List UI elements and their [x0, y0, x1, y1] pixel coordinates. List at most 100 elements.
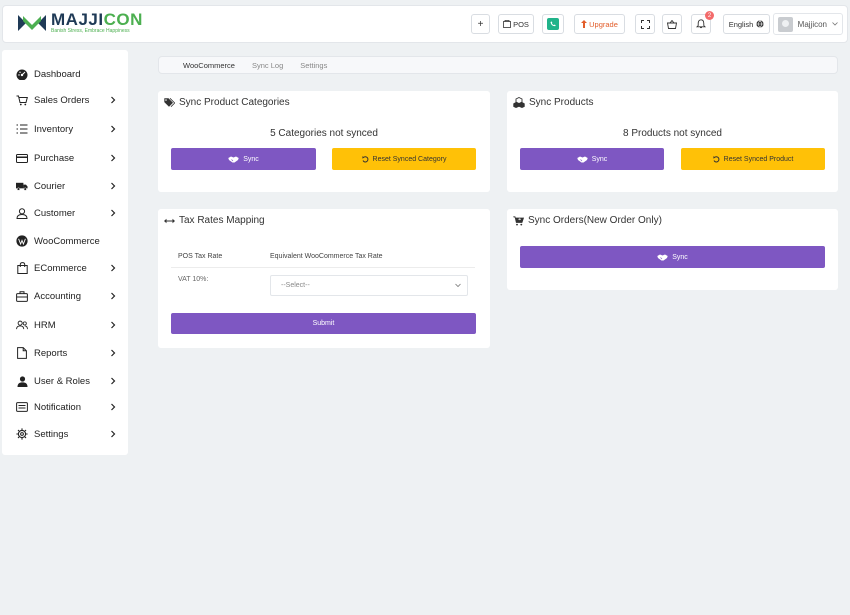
sidebar-item-label: ECommerce [34, 262, 87, 274]
brand-name-accent: CON [103, 10, 143, 29]
table-divider [171, 267, 475, 268]
sidebar-item-reports[interactable]: Reports [2, 341, 128, 365]
user-icon [16, 207, 28, 219]
woo-tax-rate-select[interactable]: --Select-- [270, 275, 468, 296]
sync-button-label: Sync [591, 155, 608, 163]
brand-logo[interactable]: MAJJICON Banish Stress, Embrace Happines… [17, 11, 143, 34]
sidebar-item-label: Sales Orders [34, 94, 90, 106]
sidebar-item-courier[interactable]: Courier [2, 174, 128, 198]
chevron-right-icon [111, 292, 116, 300]
sync-orders-button[interactable]: Sync [520, 246, 825, 268]
chevron-right-icon [111, 125, 116, 133]
sidebar-item-label: Inventory [34, 123, 74, 135]
upgrade-button-label: Upgrade [589, 19, 618, 29]
column-header-woo-tax-rate: Equivalent WooCommerce Tax Rate [270, 253, 383, 260]
pos-button-label: POS [513, 19, 529, 29]
sidebar-item-label: Customer [34, 207, 76, 219]
sidebar-item-label: Notification [34, 401, 81, 413]
tab-settings[interactable]: Settings [300, 61, 327, 70]
chevron-right-icon [111, 349, 116, 357]
card-title: Sync Products [529, 97, 594, 108]
card-title: Sync Orders(New Order Only) [528, 215, 662, 226]
select-value: --Select-- [281, 282, 310, 289]
undo-icon [712, 155, 720, 162]
sidebar-item-hrm[interactable]: HRM [2, 313, 128, 337]
sidebar-item-dashboard[interactable]: Dashboard [2, 62, 128, 86]
whatsapp-button[interactable] [542, 14, 564, 34]
sync-categories-button[interactable]: Sync [171, 148, 316, 170]
sidebar-item-notification[interactable]: Notification [2, 395, 128, 419]
sidebar-item-label: Dashboard [34, 68, 81, 80]
sidebar-item-label: HRM [34, 319, 56, 331]
upgrade-arrow-icon [581, 20, 588, 28]
fullscreen-button[interactable] [635, 14, 655, 34]
message-icon [16, 401, 28, 413]
tab-woocommerce[interactable]: WooCommerce [183, 61, 235, 70]
categories-not-synced-status: 5 Categories not synced [270, 128, 378, 139]
chevron-right-icon [111, 96, 116, 104]
reset-synced-category-button[interactable]: Reset Synced Category [332, 148, 476, 170]
sync-categories-card: Sync Product Categories 5 Categories not… [158, 91, 490, 192]
chevron-right-icon [111, 182, 116, 190]
sidebar-item-woocommerce[interactable]: WooCommerce [2, 229, 128, 253]
notification-count-badge: 2 [705, 11, 714, 20]
users-icon [16, 319, 28, 331]
cubes-icon [513, 97, 525, 108]
handshake-icon [577, 156, 588, 162]
reset-synced-product-button[interactable]: Reset Synced Product [681, 148, 825, 170]
submit-button-label: Submit [312, 320, 335, 327]
sync-products-button[interactable]: Sync [520, 148, 664, 170]
submit-button[interactable]: Submit [171, 313, 476, 334]
chevron-right-icon [111, 430, 116, 438]
user-menu[interactable]: Majjicon [772, 13, 843, 35]
top-header: MAJJICON Banish Stress, Embrace Happines… [2, 5, 848, 43]
sidebar-item-sales-orders[interactable]: Sales Orders [2, 88, 128, 112]
logo-mark-icon [18, 14, 46, 31]
reset-button-label: Reset Synced Product [723, 155, 794, 163]
cart-icon [16, 94, 28, 106]
chevron-down-icon [832, 22, 838, 26]
language-selector[interactable]: English [723, 14, 770, 34]
sync-products-card: Sync Products 8 Products not synced Sync… [507, 91, 838, 192]
chevron-down-icon [455, 283, 461, 288]
chevron-right-icon [111, 403, 116, 411]
sidebar-item-purchase[interactable]: Purchase [2, 146, 128, 170]
chevron-right-icon [111, 154, 116, 162]
sidebar-item-customer[interactable]: Customer [2, 201, 128, 225]
upgrade-button[interactable]: Upgrade [574, 14, 625, 34]
sidebar: Dashboard Sales Orders Inventory Purchas… [2, 50, 128, 455]
sidebar-item-label: Reports [34, 347, 68, 359]
wordpress-icon [16, 235, 28, 247]
card-title: Tax Rates Mapping [179, 215, 265, 226]
sidebar-item-ecommerce[interactable]: ECommerce [2, 256, 128, 280]
woocommerce-tabs: WooCommerce Sync Log Settings [158, 56, 838, 74]
sidebar-item-inventory[interactable]: Inventory [2, 117, 128, 141]
reset-button-label: Reset Synced Category [372, 155, 447, 163]
sidebar-item-label: Purchase [34, 152, 75, 164]
globe-icon [756, 20, 764, 28]
brand-name: MAJJI [51, 10, 104, 29]
user-name: Majjicon [797, 19, 827, 29]
tax-rate-label: VAT 10%: [178, 276, 209, 283]
pos-button[interactable]: POS [498, 14, 534, 34]
sync-orders-card: Sync Orders(New Order Only) Sync [507, 209, 838, 290]
arrows-horizontal-icon [164, 218, 175, 223]
language-label: English [728, 19, 754, 29]
sidebar-item-accounting[interactable]: Accounting [2, 284, 128, 308]
column-header-pos-tax-rate: POS Tax Rate [178, 253, 223, 260]
sidebar-item-label: User & Roles [34, 375, 90, 387]
sidebar-item-user-roles[interactable]: User & Roles [2, 369, 128, 393]
add-button[interactable]: + [471, 14, 490, 34]
undo-icon [361, 155, 368, 162]
handshake-icon [228, 156, 239, 162]
sync-button-label: Sync [243, 155, 259, 163]
basket-button[interactable] [662, 14, 682, 34]
notification-button[interactable]: 2 [691, 11, 714, 34]
chevron-right-icon [111, 209, 116, 217]
sidebar-item-settings[interactable]: Settings [2, 422, 128, 446]
tax-mapping-card: Tax Rates Mapping POS Tax Rate Equivalen… [158, 209, 490, 348]
file-icon [16, 347, 28, 359]
whatsapp-icon [547, 18, 559, 30]
pos-icon [503, 20, 511, 28]
tab-sync-log[interactable]: Sync Log [252, 61, 283, 70]
